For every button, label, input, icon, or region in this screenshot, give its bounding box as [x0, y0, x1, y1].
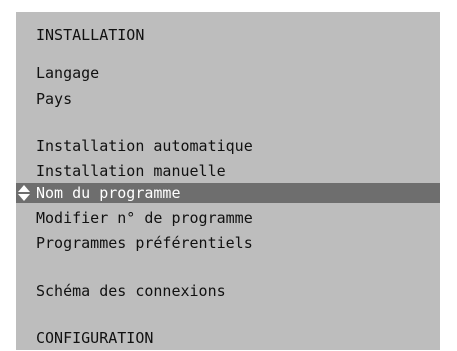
menu-item-country-label: Pays: [36, 90, 73, 108]
menu-item-preferred-programs[interactable]: Programmes préférentiels: [16, 233, 440, 253]
up-down-arrows-icon: [18, 185, 30, 201]
menu-item-auto-install-label: Installation automatique: [36, 137, 253, 155]
menu-item-program-name[interactable]: Nom du programme: [16, 183, 440, 203]
menu-item-modify-program-number-label: Modifier n° de programme: [36, 209, 253, 227]
menu-item-language[interactable]: Langage: [16, 63, 440, 83]
menu-item-connection-diagram[interactable]: Schéma des connexions: [16, 281, 440, 301]
menu-item-preferred-programs-label: Programmes préférentiels: [36, 234, 253, 252]
menu-item-connection-diagram-label: Schéma des connexions: [36, 282, 226, 300]
menu-item-configuration-label: CONFIGURATION: [36, 329, 154, 347]
menu-item-manual-install-label: Installation manuelle: [36, 162, 226, 180]
menu-item-country[interactable]: Pays: [16, 89, 440, 109]
menu-item-manual-install[interactable]: Installation manuelle: [16, 161, 440, 181]
menu-item-configuration[interactable]: CONFIGURATION: [16, 328, 440, 348]
menu-item-language-label: Langage: [36, 64, 100, 82]
menu-item-modify-program-number[interactable]: Modifier n° de programme: [16, 208, 440, 228]
menu-item-auto-install[interactable]: Installation automatique: [16, 136, 440, 156]
menu-item-program-name-label: Nom du programme: [36, 184, 181, 202]
installation-menu-panel: INSTALLATION Langage Pays Installation a…: [16, 12, 440, 350]
menu-title: INSTALLATION: [36, 26, 145, 44]
